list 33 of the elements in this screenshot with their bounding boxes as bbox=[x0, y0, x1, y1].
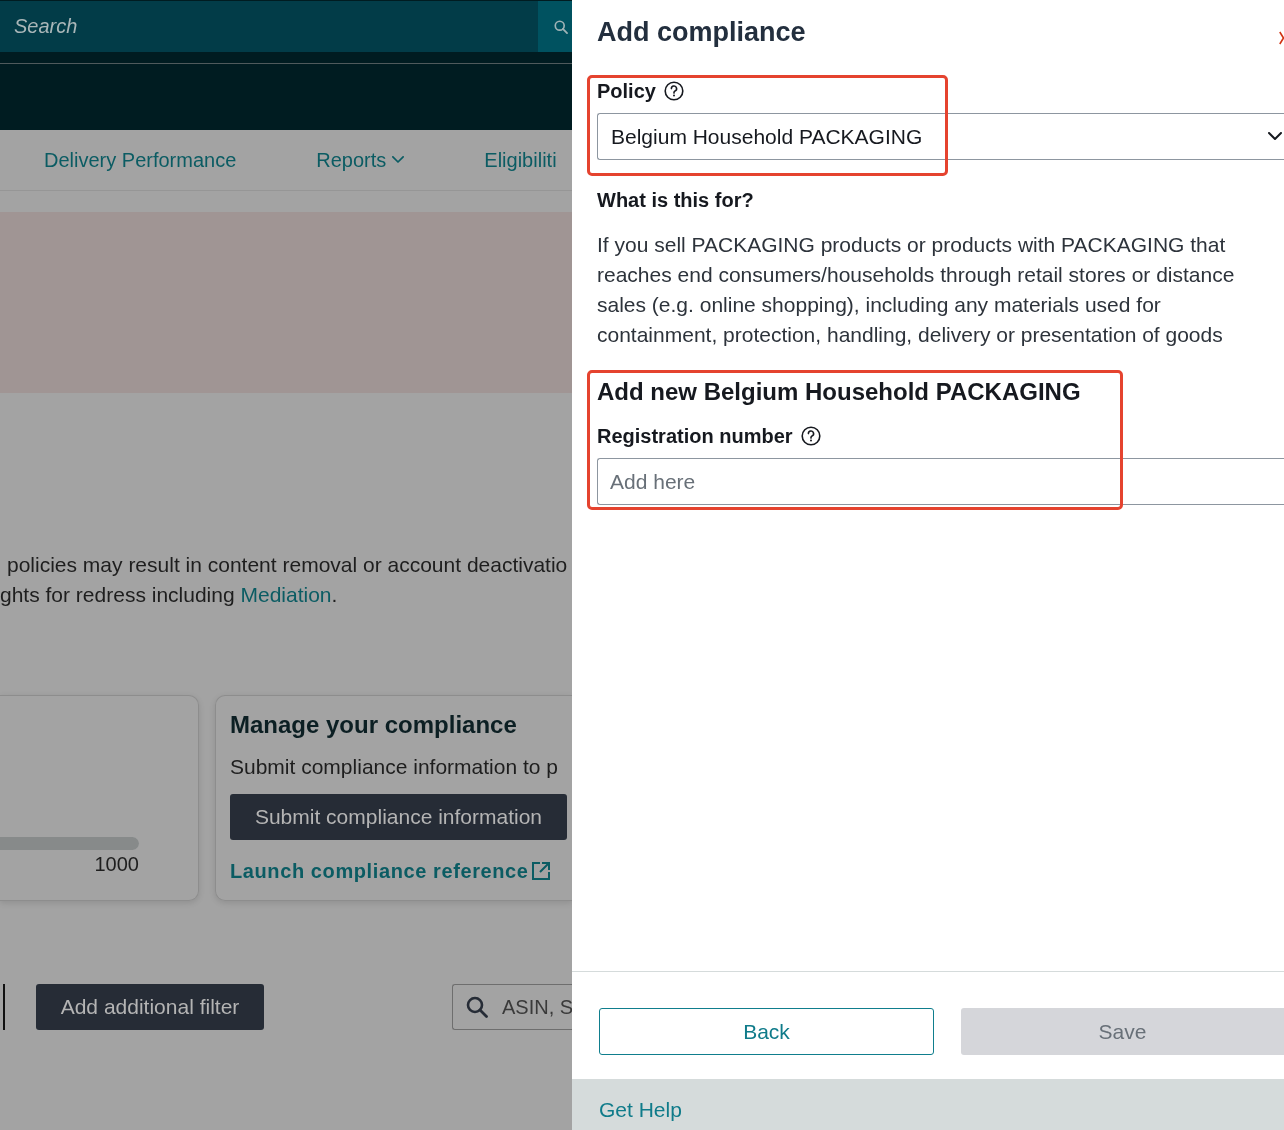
add-filter-button[interactable]: Add additional filter bbox=[36, 984, 264, 1030]
compliance-reference-link[interactable]: Launch compliance reference bbox=[230, 859, 551, 883]
panel-title: Add compliance bbox=[597, 16, 806, 49]
info-heading: What is this for? bbox=[597, 188, 754, 212]
help-icon[interactable] bbox=[663, 81, 684, 101]
field-label: Policy bbox=[597, 79, 656, 103]
close-icon[interactable] bbox=[1279, 31, 1284, 45]
search-button[interactable] bbox=[538, 1, 572, 52]
progress-max-label: 1000 bbox=[94, 852, 139, 876]
search-icon bbox=[466, 996, 488, 1018]
section-heading: Add new Belgium Household PACKAGING bbox=[597, 378, 1081, 406]
field-label: Registration number bbox=[597, 424, 793, 448]
policy-select[interactable]: Belgium Household PACKAGING bbox=[597, 113, 1284, 160]
external-link-icon bbox=[530, 861, 551, 881]
notice-text: ghts for redress including Mediation. bbox=[0, 582, 338, 608]
chevron-down-icon bbox=[392, 156, 405, 164]
submit-compliance-button[interactable]: Submit compliance information bbox=[230, 794, 567, 840]
search-icon bbox=[554, 19, 568, 34]
help-icon[interactable] bbox=[800, 426, 821, 446]
card-text: Submit compliance information to p bbox=[230, 755, 558, 779]
nav-dropdown[interactable]: Reports bbox=[316, 148, 405, 172]
help-link[interactable]: Get Help bbox=[599, 1098, 682, 1122]
search-field[interactable]: Search bbox=[0, 1, 538, 52]
mediation-link[interactable]: Mediation bbox=[240, 583, 332, 606]
chevron-down-icon bbox=[1268, 132, 1282, 141]
back-button[interactable]: Back bbox=[599, 1008, 934, 1055]
product-search-field[interactable]: ASIN, S bbox=[452, 984, 572, 1030]
registration-input[interactable]: Add here bbox=[597, 458, 1284, 505]
info-text: If you sell PACKAGING products or products with PACKAGING that reaches end consumers/households through retail stores or distance sales (e.g. online shopping), including any materials used for containment, protection, handling, delivery or presentation of goods bbox=[597, 232, 1236, 348]
nav-link[interactable]: Delivery Performance bbox=[44, 148, 237, 172]
card-title: Manage your compliance bbox=[230, 710, 517, 740]
notice-text: policies may result in content removal or account deactivatio bbox=[6, 552, 568, 578]
nav-link[interactable]: Eligibiliti bbox=[484, 148, 557, 172]
